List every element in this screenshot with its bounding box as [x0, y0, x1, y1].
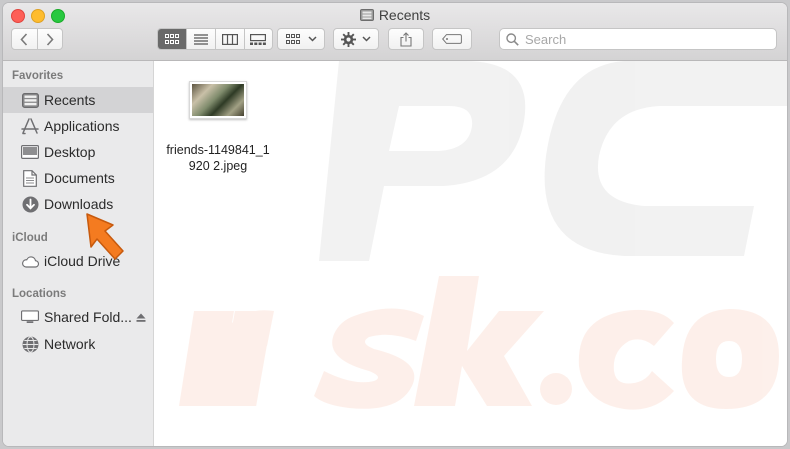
file-browser-content: friends-1149841_1920 2.jpeg [154, 61, 787, 446]
chevron-left-icon [20, 32, 28, 46]
chevron-right-icon [46, 32, 54, 46]
action-button[interactable] [333, 28, 379, 50]
sidebar-item-label: Shared Fold... [44, 309, 132, 325]
tag-icon [442, 34, 462, 44]
jpeg-preview-image [192, 84, 244, 116]
icon-view-button[interactable] [158, 29, 187, 49]
forward-button[interactable] [38, 29, 62, 49]
sidebar-item-downloads[interactable]: Downloads [3, 191, 153, 217]
eject-icon[interactable] [136, 313, 146, 322]
sidebar-item-label: Desktop [44, 144, 96, 160]
sidebar-item-network[interactable]: Network [3, 331, 153, 357]
sidebar-section-favorites: Favorites [12, 70, 64, 82]
sidebar-item-label: Network [44, 336, 96, 352]
chevron-down-icon [307, 36, 317, 42]
title-bar: Recents [3, 3, 787, 61]
gear-icon [341, 31, 356, 47]
sidebar-section-locations: Locations [12, 288, 67, 300]
chevron-down-icon [362, 36, 371, 42]
documents-icon [21, 169, 39, 187]
finder-window: Recents Search Favorites Recents Applica… [3, 3, 787, 446]
cloud-icon [21, 252, 39, 270]
gallery-view-button[interactable] [245, 29, 272, 49]
applications-icon [21, 117, 39, 135]
back-button[interactable] [12, 29, 38, 49]
display-icon [21, 308, 39, 326]
window-title-text: Recents [378, 7, 431, 23]
search-field[interactable] [499, 28, 777, 50]
sidebar-item-documents[interactable]: Documents [3, 165, 153, 191]
sidebar-item-label: Applications [44, 118, 120, 134]
gallery-view-icon [250, 33, 267, 45]
sidebar-item-label: Recents [44, 92, 96, 108]
list-view-icon [193, 33, 208, 45]
navigation-buttons [11, 28, 63, 50]
file-name: friends-1149841_1920 2.jpeg [166, 143, 270, 173]
share-button[interactable] [388, 28, 424, 50]
sidebar-item-label: Documents [44, 170, 115, 186]
sidebar-item-recents[interactable]: Recents [3, 87, 153, 113]
file-thumbnail[interactable] [189, 81, 247, 119]
sidebar: Favorites Recents Applications Desktop D… [3, 61, 154, 446]
globe-icon [21, 335, 39, 353]
pointer-arrow-icon [86, 213, 124, 260]
recents-icon [359, 9, 374, 21]
sidebar-item-desktop[interactable]: Desktop [3, 139, 153, 165]
desktop-icon [21, 143, 39, 161]
view-mode-control [157, 28, 273, 50]
sidebar-item-applications[interactable]: Applications [3, 113, 153, 139]
group-by-button[interactable] [277, 28, 325, 50]
column-view-icon [221, 33, 238, 45]
search-icon [506, 32, 519, 46]
sidebar-item-label: Downloads [44, 196, 114, 212]
group-by-icon [285, 33, 300, 44]
sidebar-section-icloud: iCloud [12, 232, 48, 244]
sidebar-item-shared-folder[interactable]: Shared Fold... [3, 304, 153, 330]
sidebar-item-icloud-drive[interactable]: iCloud Drive [3, 248, 153, 274]
file-item[interactable]: friends-1149841_1920 2.jpeg [162, 81, 274, 174]
icon-view-icon [164, 34, 179, 44]
downloads-icon [21, 195, 39, 213]
share-icon [400, 31, 412, 47]
search-input[interactable] [523, 30, 767, 48]
recents-icon [21, 91, 39, 109]
tag-button[interactable] [432, 28, 472, 50]
list-view-button[interactable] [187, 29, 216, 49]
column-view-button[interactable] [216, 29, 245, 49]
window-title: Recents [3, 7, 787, 23]
